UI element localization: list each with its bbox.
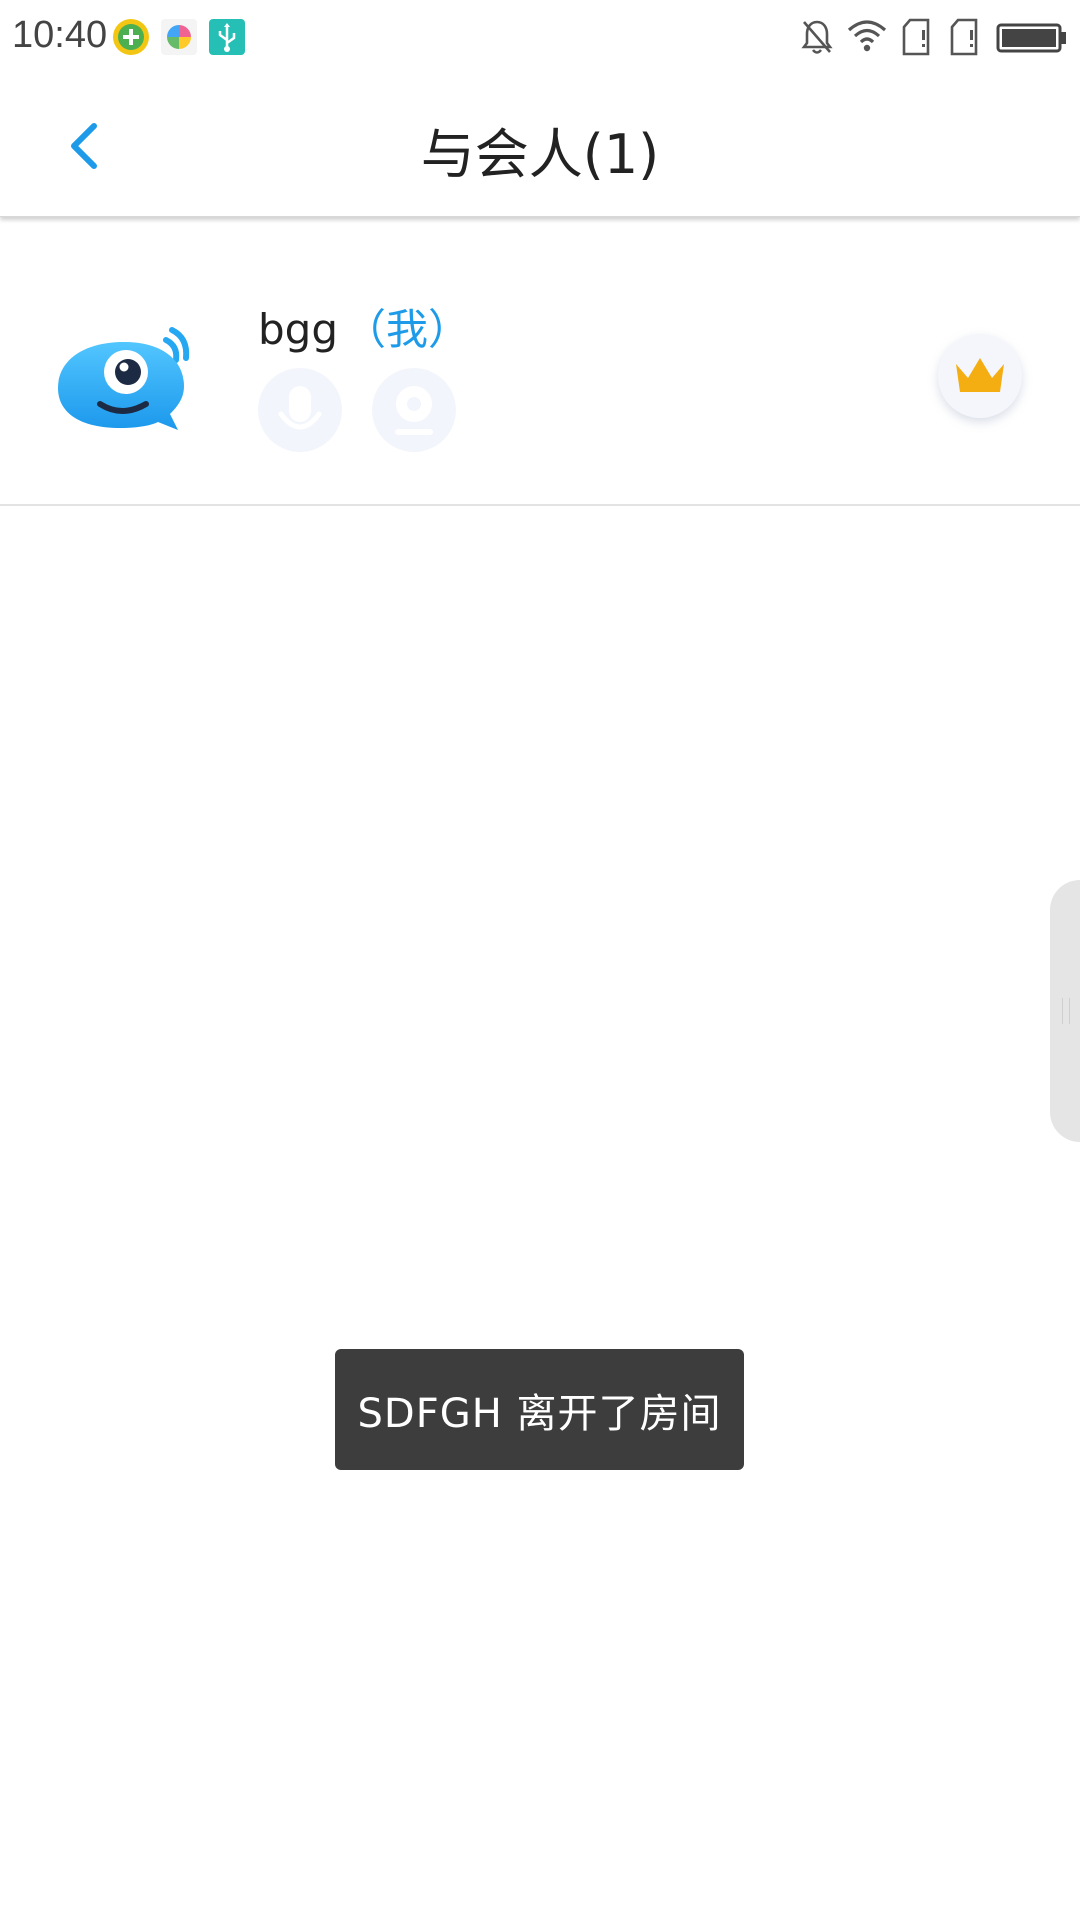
usb-icon [209, 19, 245, 55]
mascot-avatar-icon [58, 327, 190, 430]
pinwheel-icon [161, 19, 197, 55]
toast-notification: SDFGH 离开了房间 [335, 1349, 744, 1470]
microphone-button[interactable] [258, 368, 342, 452]
handle-grip-icon [1062, 998, 1070, 1024]
status-bar: 10:40 [0, 0, 1080, 76]
participant-name: bgg [258, 305, 338, 354]
floating-side-handle[interactable] [1050, 880, 1080, 1142]
crown-icon [956, 358, 1004, 392]
bell-off-icon [801, 20, 833, 54]
battery-icon [996, 23, 1066, 53]
microphone-icon [278, 386, 322, 430]
sim-card-icon [950, 18, 978, 56]
status-time: 10:40 [12, 14, 108, 56]
host-badge [938, 334, 1022, 418]
camera-button[interactable] [372, 368, 456, 452]
me-tag: （我） [343, 305, 470, 354]
participant-name-line: bgg （我） [258, 296, 470, 357]
wifi-icon [847, 20, 887, 52]
top-app-bar: 与会人(1) [0, 76, 1080, 217]
toast-message: SDFGH 离开了房间 [357, 1390, 722, 1437]
plus-circle-icon [113, 19, 149, 55]
screen: 10:40 与会人(1) bgg （我） SDFGH 离开了房间 [0, 0, 1080, 1920]
page-title: 与会人(1) [420, 123, 660, 186]
participant-row[interactable]: bgg （我） [0, 262, 1080, 506]
camera-icon [395, 386, 433, 435]
sim-card-icon [902, 18, 930, 56]
